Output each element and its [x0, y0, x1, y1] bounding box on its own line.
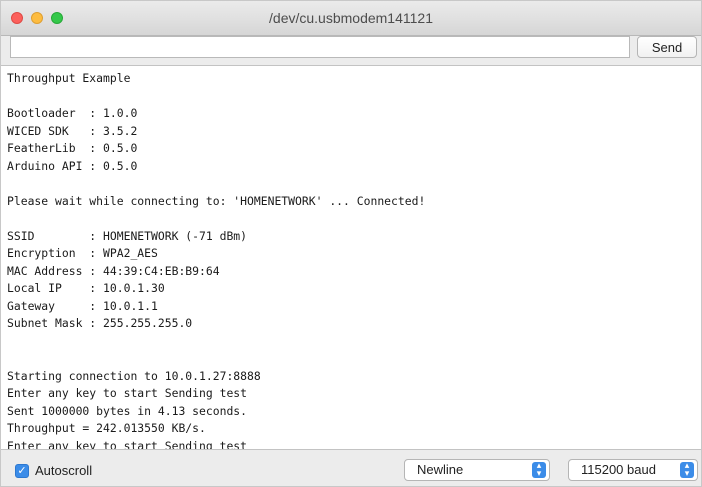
output-line: Gateway : 10.0.1.1	[7, 298, 158, 313]
send-button[interactable]: Send	[637, 36, 697, 58]
window-title: /dev/cu.usbmodem141121	[269, 10, 433, 26]
output-line: Subnet Mask : 255.255.255.0	[7, 316, 193, 330]
up-down-chevron-icon: ▴ ▾	[680, 462, 694, 479]
output-line: Bootloader : 1.0.0	[7, 106, 138, 120]
output-line: Starting connection to 10.0.1.27:8888	[7, 368, 261, 383]
output-line: Encryption : WPA2_AES	[7, 246, 158, 260]
output-line: Local IP : 10.0.1.30	[7, 281, 165, 295]
output-line: Throughput = 242.013550 KB/s.	[7, 421, 206, 435]
up-down-chevron-icon: ▴ ▾	[532, 462, 546, 479]
title-bar: /dev/cu.usbmodem141121	[1, 1, 701, 36]
output-line: MAC Address : 44:39:C4:EB:B9:64	[7, 263, 220, 278]
output-line: Arduino API : 0.5.0	[7, 158, 138, 173]
line-ending-value: Newline	[417, 462, 464, 477]
output-line: Enter any key to start Sending test	[7, 386, 248, 400]
output-line: WICED SDK : 3.5.2	[7, 123, 138, 138]
output-line: Please wait while connecting to: 'HOMENE…	[7, 193, 426, 208]
status-bar: ✓ Autoscroll Newline ▴ ▾ 115200 baud ▴ ▾	[1, 453, 701, 487]
line-ending-select[interactable]: Newline ▴ ▾	[404, 459, 550, 481]
output-line: Enter any key to start Sending test	[7, 438, 248, 450]
autoscroll-toggle[interactable]: ✓ Autoscroll	[15, 463, 92, 478]
autoscroll-label: Autoscroll	[35, 463, 93, 478]
output-line: SSID : HOMENETWORK (-71 dBm)	[7, 228, 248, 243]
baud-rate-select[interactable]: 115200 baud ▴ ▾	[568, 459, 698, 481]
output-line: FeatherLib : 0.5.0	[7, 141, 138, 155]
baud-rate-value: 115200 baud	[581, 462, 656, 477]
serial-output-area[interactable]: Throughput Example Bootloader : 1.0.0 WICE…	[1, 65, 701, 450]
checkmark-icon[interactable]: ✓	[15, 463, 29, 478]
serial-monitor-window: /dev/cu.usbmodem141121 Send Throughput E…	[0, 0, 702, 487]
output-line: Sent 1000000 bytes in 4.13 seconds.	[7, 403, 248, 418]
send-toolbar: Send	[1, 36, 701, 64]
serial-send-input[interactable]	[10, 36, 630, 58]
output-line: Throughput Example	[7, 71, 131, 85]
